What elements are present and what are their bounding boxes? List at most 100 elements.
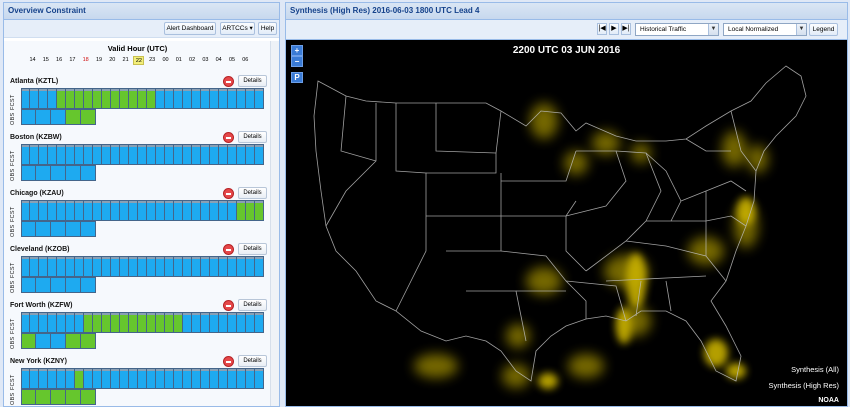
forecast-cell[interactable] bbox=[66, 312, 75, 333]
forecast-cell[interactable] bbox=[201, 88, 210, 109]
constraint-cell[interactable] bbox=[84, 88, 93, 109]
details-button[interactable]: Details bbox=[238, 187, 267, 199]
forecast-cell[interactable] bbox=[210, 88, 219, 109]
forecast-cell[interactable] bbox=[30, 88, 39, 109]
constraint-cell[interactable] bbox=[165, 312, 174, 333]
observation-cell[interactable] bbox=[66, 165, 81, 181]
left-scrollbar[interactable] bbox=[270, 41, 279, 406]
forecast-cell[interactable] bbox=[255, 144, 264, 165]
observation-cell[interactable] bbox=[21, 165, 36, 181]
forecast-cell[interactable] bbox=[255, 256, 264, 277]
forecast-cell[interactable] bbox=[48, 312, 57, 333]
observation-cell[interactable] bbox=[51, 109, 66, 125]
hour-label[interactable]: 01 bbox=[173, 56, 184, 65]
normalization-select[interactable]: Local Normalized ▼ bbox=[723, 23, 807, 36]
forecast-cell[interactable] bbox=[48, 88, 57, 109]
forecast-cell[interactable] bbox=[156, 256, 165, 277]
forecast-cell[interactable] bbox=[201, 312, 210, 333]
constraint-cell[interactable] bbox=[246, 200, 255, 221]
forecast-cell[interactable] bbox=[75, 144, 84, 165]
forecast-cell[interactable] bbox=[210, 144, 219, 165]
forecast-cell[interactable] bbox=[66, 256, 75, 277]
observation-cell[interactable] bbox=[21, 277, 36, 293]
constraint-cell[interactable] bbox=[111, 312, 120, 333]
forecast-cell[interactable] bbox=[147, 368, 156, 389]
forecast-cell[interactable] bbox=[201, 144, 210, 165]
constraint-cell[interactable] bbox=[156, 312, 165, 333]
hour-label[interactable]: 23 bbox=[147, 56, 158, 65]
hour-label[interactable]: 22 bbox=[133, 56, 145, 65]
observation-cell[interactable] bbox=[21, 221, 36, 237]
forecast-cell[interactable] bbox=[129, 256, 138, 277]
forecast-cell[interactable] bbox=[21, 312, 30, 333]
forecast-cell[interactable] bbox=[246, 368, 255, 389]
observation-cell[interactable] bbox=[51, 221, 66, 237]
forecast-cell[interactable] bbox=[237, 368, 246, 389]
forecast-cell[interactable] bbox=[165, 256, 174, 277]
forecast-cell[interactable] bbox=[120, 256, 129, 277]
forecast-cell[interactable] bbox=[246, 88, 255, 109]
forecast-cell[interactable] bbox=[210, 256, 219, 277]
forecast-cell[interactable] bbox=[183, 368, 192, 389]
hour-label[interactable]: 02 bbox=[187, 56, 198, 65]
forecast-cell[interactable] bbox=[120, 200, 129, 221]
details-button[interactable]: Details bbox=[238, 131, 267, 143]
forecast-cell[interactable] bbox=[66, 368, 75, 389]
constraint-cell[interactable] bbox=[138, 312, 147, 333]
observation-cell[interactable] bbox=[81, 277, 96, 293]
forecast-cell[interactable] bbox=[120, 144, 129, 165]
forecast-cell[interactable] bbox=[21, 144, 30, 165]
observation-cell[interactable] bbox=[66, 277, 81, 293]
forecast-cell[interactable] bbox=[255, 88, 264, 109]
forecast-cell[interactable] bbox=[48, 256, 57, 277]
constraint-cell[interactable] bbox=[120, 312, 129, 333]
forecast-cell[interactable] bbox=[210, 368, 219, 389]
zoom-out-button[interactable]: − bbox=[291, 56, 303, 67]
details-button[interactable]: Details bbox=[238, 299, 267, 311]
help-button[interactable]: Help bbox=[258, 22, 277, 35]
forecast-cell[interactable] bbox=[219, 368, 228, 389]
forecast-cell[interactable] bbox=[174, 256, 183, 277]
forecast-cell[interactable] bbox=[57, 312, 66, 333]
remove-icon[interactable] bbox=[223, 132, 234, 143]
forecast-cell[interactable] bbox=[39, 368, 48, 389]
forecast-cell[interactable] bbox=[201, 368, 210, 389]
observation-cell[interactable] bbox=[21, 109, 36, 125]
forecast-cell[interactable] bbox=[228, 368, 237, 389]
observation-cell[interactable] bbox=[66, 221, 81, 237]
traffic-select[interactable]: Historical Traffic ▼ bbox=[635, 23, 719, 36]
constraint-cell[interactable] bbox=[57, 88, 66, 109]
hour-label[interactable]: 06 bbox=[240, 56, 251, 65]
forecast-cell[interactable] bbox=[192, 256, 201, 277]
forecast-cell[interactable] bbox=[111, 144, 120, 165]
forecast-cell[interactable] bbox=[84, 144, 93, 165]
forecast-cell[interactable] bbox=[183, 312, 192, 333]
forecast-cell[interactable] bbox=[174, 144, 183, 165]
constraint-cell[interactable] bbox=[120, 88, 129, 109]
forecast-cell[interactable] bbox=[147, 144, 156, 165]
forecast-cell[interactable] bbox=[30, 144, 39, 165]
observation-cell[interactable] bbox=[36, 333, 51, 349]
constraint-cell[interactable] bbox=[138, 88, 147, 109]
observation-cell[interactable] bbox=[51, 165, 66, 181]
forecast-cell[interactable] bbox=[138, 368, 147, 389]
hour-label[interactable]: 21 bbox=[120, 56, 131, 65]
details-button[interactable]: Details bbox=[238, 75, 267, 87]
forecast-cell[interactable] bbox=[21, 88, 30, 109]
forecast-cell[interactable] bbox=[57, 256, 66, 277]
forecast-cell[interactable] bbox=[210, 200, 219, 221]
forecast-cell[interactable] bbox=[156, 368, 165, 389]
hour-label[interactable]: 15 bbox=[40, 56, 51, 65]
first-frame-button[interactable]: |◀ bbox=[597, 23, 607, 35]
hour-label[interactable]: 00 bbox=[160, 56, 171, 65]
constraint-cell[interactable] bbox=[81, 333, 96, 349]
forecast-cell[interactable] bbox=[165, 200, 174, 221]
hour-label[interactable]: 18 bbox=[80, 56, 91, 65]
constraint-cell[interactable] bbox=[102, 312, 111, 333]
hour-label[interactable]: 16 bbox=[54, 56, 65, 65]
forecast-cell[interactable] bbox=[183, 88, 192, 109]
forecast-cell[interactable] bbox=[219, 312, 228, 333]
constraint-cell[interactable] bbox=[81, 389, 96, 405]
forecast-cell[interactable] bbox=[30, 256, 39, 277]
forecast-cell[interactable] bbox=[183, 144, 192, 165]
